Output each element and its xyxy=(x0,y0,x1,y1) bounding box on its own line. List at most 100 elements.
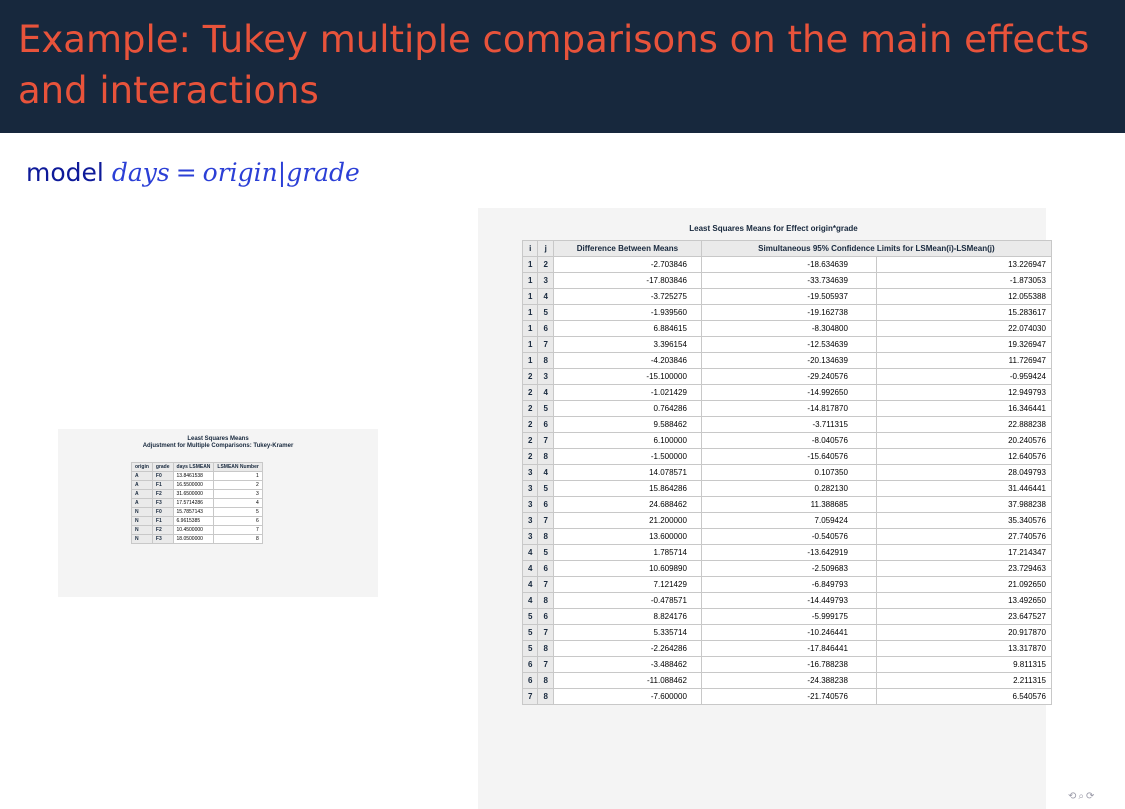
differences-row: 2 5 0.764286 -14.817870 16.346441 xyxy=(521,400,1052,417)
differences-cell: 5 xyxy=(537,304,554,321)
differences-cell: 12.055388 xyxy=(875,288,1052,305)
differences-cell: 11.726947 xyxy=(875,352,1052,369)
differences-cell: -24.388238 xyxy=(700,672,877,689)
differences-cell: 5 xyxy=(537,544,554,561)
differences-cell: 31.446441 xyxy=(875,480,1052,497)
lsmeans-column-header: grade xyxy=(151,462,174,472)
differences-row: 7 8 -7.600000 -21.740576 6.540576 xyxy=(521,688,1052,705)
differences-cell: -3.711315 xyxy=(700,416,877,433)
lsmeans-cell: F1 xyxy=(151,480,174,490)
differences-cell: 2 xyxy=(537,256,554,273)
differences-cell: 7 xyxy=(537,336,554,353)
differences-cell: 6 xyxy=(537,416,554,433)
differences-row: 1 5 -1.939560 -19.162738 15.283617 xyxy=(521,304,1052,321)
differences-cell: -33.734639 xyxy=(700,272,877,289)
differences-cell: -17.846441 xyxy=(700,640,877,657)
differences-cell: 21.200000 xyxy=(552,512,702,529)
lsmeans-heading: Least Squares Means xyxy=(187,436,249,442)
differences-cell: 7 xyxy=(537,624,554,641)
lsmeans-cell: 5 xyxy=(213,507,263,517)
lsmeans-subheading: Adjustment for Multiple Comparisons: Tuk… xyxy=(142,443,294,449)
differences-cell: 5 xyxy=(521,608,539,625)
differences-column-header: Simultaneous 95% Confidence Limits for L… xyxy=(700,240,1052,257)
differences-cell: 2 xyxy=(521,384,539,401)
differences-cell: 15.283617 xyxy=(875,304,1052,321)
differences-cell: 1 xyxy=(521,320,539,337)
differences-cell: 6 xyxy=(521,672,539,689)
differences-cell: 23.729463 xyxy=(875,560,1052,577)
differences-row: 5 7 5.335714 -10.246441 20.917870 xyxy=(521,624,1052,641)
differences-cell: 22.074030 xyxy=(875,320,1052,337)
differences-cell: 14.078571 xyxy=(552,464,702,481)
differences-cell: 3 xyxy=(537,368,554,385)
differences-row: 6 8 -11.088462 -24.388238 2.211315 xyxy=(521,672,1052,689)
differences-cell: 4 xyxy=(537,384,554,401)
differences-cell: 1 xyxy=(521,288,539,305)
differences-cell: 4 xyxy=(537,464,554,481)
differences-cell: -17.803846 xyxy=(552,272,702,289)
differences-cell: 5.335714 xyxy=(552,624,702,641)
differences-cell: 2.211315 xyxy=(875,672,1052,689)
differences-cell: -2.509683 xyxy=(700,560,877,577)
differences-cell: 22.888238 xyxy=(875,416,1052,433)
differences-cell: -14.992650 xyxy=(700,384,877,401)
differences-cell: 19.326947 xyxy=(875,336,1052,353)
differences-cell: 4 xyxy=(521,560,539,577)
differences-cell: 7.121429 xyxy=(552,576,702,593)
differences-cell: 16.346441 xyxy=(875,400,1052,417)
differences-cell: 27.740576 xyxy=(875,528,1052,545)
differences-cell: 4 xyxy=(521,576,539,593)
differences-row: 1 4 -3.725275 -19.505937 12.055388 xyxy=(521,288,1052,305)
differences-cell: 11.388685 xyxy=(700,496,877,513)
lsmeans-column-header: days LSMEAN xyxy=(172,462,215,472)
differences-cell: 37.988238 xyxy=(875,496,1052,513)
differences-cell: 6 xyxy=(537,608,554,625)
lsmeans-cell: F2 xyxy=(151,489,174,499)
differences-cell: 8 xyxy=(537,672,554,689)
lsmeans-cell: 6 xyxy=(213,516,263,526)
differences-cell: 7 xyxy=(537,576,554,593)
differences-cell: -13.642919 xyxy=(700,544,877,561)
model-term-origin: origin xyxy=(202,158,278,187)
model-equals: = xyxy=(175,158,197,187)
differences-cell: 1 xyxy=(521,352,539,369)
navigation-icons[interactable]: ⟲⌕⟳ xyxy=(1068,791,1096,802)
differences-cell: -2.264286 xyxy=(552,640,702,657)
lsmeans-cell: N xyxy=(131,525,153,535)
differences-cell: 6.884615 xyxy=(552,320,702,337)
differences-cell: 13.317870 xyxy=(875,640,1052,657)
differences-row: 1 2 -2.703846 -18.634639 13.226947 xyxy=(521,256,1052,273)
differences-row: 3 8 13.600000 -0.540576 27.740576 xyxy=(521,528,1052,545)
differences-cell: -18.634639 xyxy=(700,256,877,273)
differences-row: 3 4 14.078571 0.107350 28.049793 xyxy=(521,464,1052,481)
lsmeans-cell: 7 xyxy=(213,525,263,535)
differences-cell: 2 xyxy=(521,416,539,433)
lsmeans-cell: 6.9615385 xyxy=(172,516,215,526)
differences-row: 6 7 -3.488462 -16.788238 9.811315 xyxy=(521,656,1052,673)
differences-row: 3 7 21.200000 7.059424 35.340576 xyxy=(521,512,1052,529)
differences-cell: 2 xyxy=(521,432,539,449)
lsmeans-cell: A xyxy=(131,471,153,481)
lsmeans-row: N F1 6.9615385 6 xyxy=(131,516,263,526)
differences-cell: -1.021429 xyxy=(552,384,702,401)
differences-cell: 13.600000 xyxy=(552,528,702,545)
differences-row: 1 3 -17.803846 -33.734639 -1.873053 xyxy=(521,272,1052,289)
lsmeans-row: N F0 15.7857143 5 xyxy=(131,507,263,517)
differences-cell: 3 xyxy=(521,496,539,513)
differences-cell: 20.917870 xyxy=(875,624,1052,641)
lsmeans-cell: 17.5714286 xyxy=(172,498,215,508)
differences-cell: -7.600000 xyxy=(552,688,702,705)
differences-cell: 0.282130 xyxy=(700,480,877,497)
lsmeans-cell: 15.7857143 xyxy=(172,507,215,517)
lsmeans-cell: 3 xyxy=(213,489,263,499)
lsmeans-cell: 4 xyxy=(213,498,263,508)
differences-cell: -3.488462 xyxy=(552,656,702,673)
differences-cell: -10.246441 xyxy=(700,624,877,641)
differences-row: 2 6 9.588462 -3.711315 22.888238 xyxy=(521,416,1052,433)
differences-cell: 3 xyxy=(521,528,539,545)
differences-cell: -0.540576 xyxy=(700,528,877,545)
differences-cell: -1.500000 xyxy=(552,448,702,465)
differences-cell: 8 xyxy=(537,640,554,657)
differences-cell: 4 xyxy=(537,288,554,305)
lsmeans-cell: A xyxy=(131,489,153,499)
